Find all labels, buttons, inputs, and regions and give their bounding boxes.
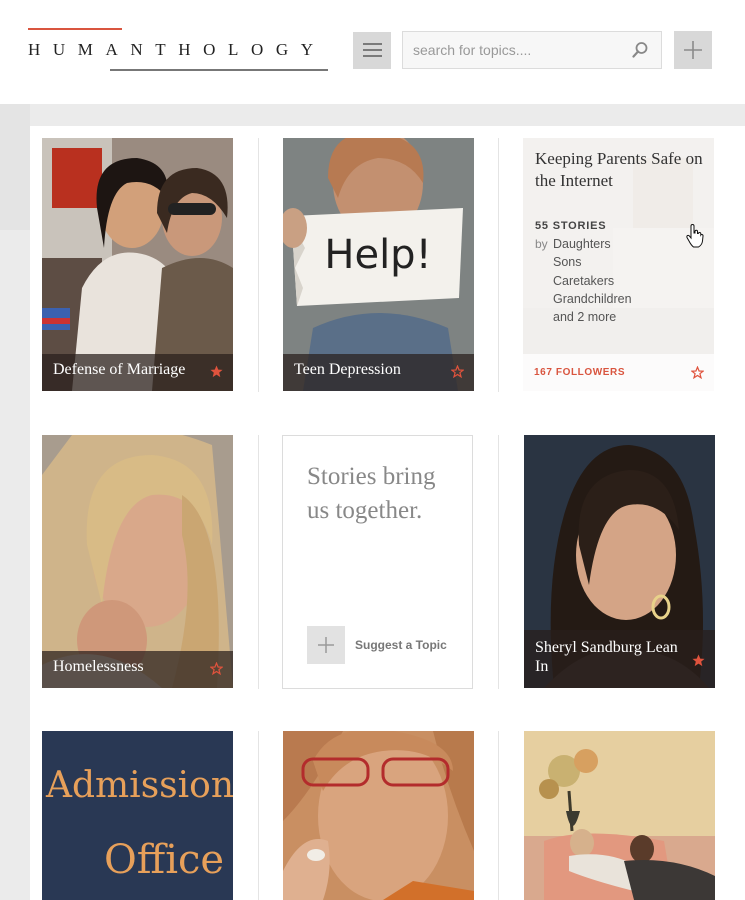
star-outline-icon[interactable] xyxy=(451,365,464,378)
column-divider xyxy=(258,138,259,392)
help-sign-text: Help! xyxy=(324,232,431,278)
topic-caption: Sheryl Sandburg Lean In xyxy=(524,630,715,688)
sign-line-2: Office xyxy=(104,837,224,883)
star-filled-icon[interactable] xyxy=(692,654,705,667)
topic-card-keeping-parents-safe[interactable]: Keeping Parents Safe on the Internet 55 … xyxy=(523,138,714,391)
tagline: Stories bring us together. xyxy=(307,463,436,524)
topic-title: Sheryl Sandburg Lean In xyxy=(535,639,678,675)
topic-title: Teen Depression xyxy=(294,361,401,378)
topic-card-defense-of-marriage[interactable]: Defense of Marriage xyxy=(42,138,233,391)
search-box xyxy=(402,31,662,69)
column-divider xyxy=(258,731,259,900)
column-divider xyxy=(498,138,499,392)
relation-item[interactable]: Caretakers xyxy=(553,272,632,290)
menu-button[interactable] xyxy=(353,32,391,69)
sign-line-1: Admissions xyxy=(45,765,233,806)
logo-text: HUMANTHOLOGY xyxy=(28,40,326,59)
hamburger-icon xyxy=(363,43,382,45)
relation-item[interactable]: Sons xyxy=(553,253,632,271)
followers-count: 167 FOLLOWERS xyxy=(534,367,626,378)
search-icon[interactable] xyxy=(631,41,649,59)
star-outline-icon[interactable] xyxy=(691,366,704,379)
star-outline-icon[interactable] xyxy=(210,662,223,675)
column-divider xyxy=(498,731,499,900)
topic-caption: Homelessness xyxy=(42,651,233,688)
topic-caption: Defense of Marriage xyxy=(42,354,233,391)
column-divider xyxy=(498,435,499,689)
topic-title: Defense of Marriage xyxy=(53,361,186,378)
relation-item[interactable]: Grandchildren xyxy=(553,290,632,308)
star-filled-icon[interactable] xyxy=(210,365,223,378)
topic-card-medication[interactable] xyxy=(283,731,474,900)
left-gutter xyxy=(0,104,30,230)
hamburger-icon-line xyxy=(363,55,382,57)
relation-item[interactable]: Daughters xyxy=(553,235,632,253)
topic-detail-overlay: Keeping Parents Safe on the Internet 55 … xyxy=(523,138,714,391)
topic-card-admissions[interactable]: Admissions Office xyxy=(42,731,233,900)
logo-accent-rule xyxy=(28,28,122,30)
relation-more-link[interactable]: and 2 more xyxy=(553,308,632,326)
topic-title: Homelessness xyxy=(53,658,144,675)
topic-photo: Admissions Office xyxy=(42,731,233,900)
site-header: HUMANTHOLOGY xyxy=(0,0,745,104)
topic-card-sheryl-sandburg[interactable]: Sheryl Sandburg Lean In xyxy=(524,435,715,688)
column-divider xyxy=(258,435,259,689)
topic-footer: 167 FOLLOWERS xyxy=(523,354,714,391)
plus-icon xyxy=(684,41,702,59)
add-button[interactable] xyxy=(674,31,712,69)
topic-card-homelessness[interactable]: Homelessness xyxy=(42,435,233,688)
plus-icon xyxy=(318,637,334,653)
topic-photo xyxy=(524,731,715,900)
site-logo[interactable]: HUMANTHOLOGY xyxy=(28,28,328,72)
hand-cursor-icon xyxy=(686,224,704,248)
suggest-topic-label[interactable]: Suggest a Topic xyxy=(355,638,447,652)
topic-title: Keeping Parents Safe on the Internet xyxy=(535,149,703,190)
relation-list: Daughters Sons Caretakers Grandchildren … xyxy=(553,235,632,326)
search-input[interactable] xyxy=(413,40,613,60)
suggest-topic-card: Stories bring us together. Suggest a Top… xyxy=(282,435,473,689)
topic-card-teen-depression[interactable]: Help! Teen Depression xyxy=(283,138,474,391)
logo-underline xyxy=(110,69,328,71)
topic-card-couple[interactable] xyxy=(524,731,715,900)
hamburger-icon-line xyxy=(363,49,382,51)
topic-caption: Teen Depression xyxy=(283,354,474,391)
by-label: by xyxy=(535,237,548,251)
story-count: 55 STORIES xyxy=(535,220,607,232)
suggest-topic-button[interactable] xyxy=(307,626,345,664)
topic-photo xyxy=(283,731,474,900)
